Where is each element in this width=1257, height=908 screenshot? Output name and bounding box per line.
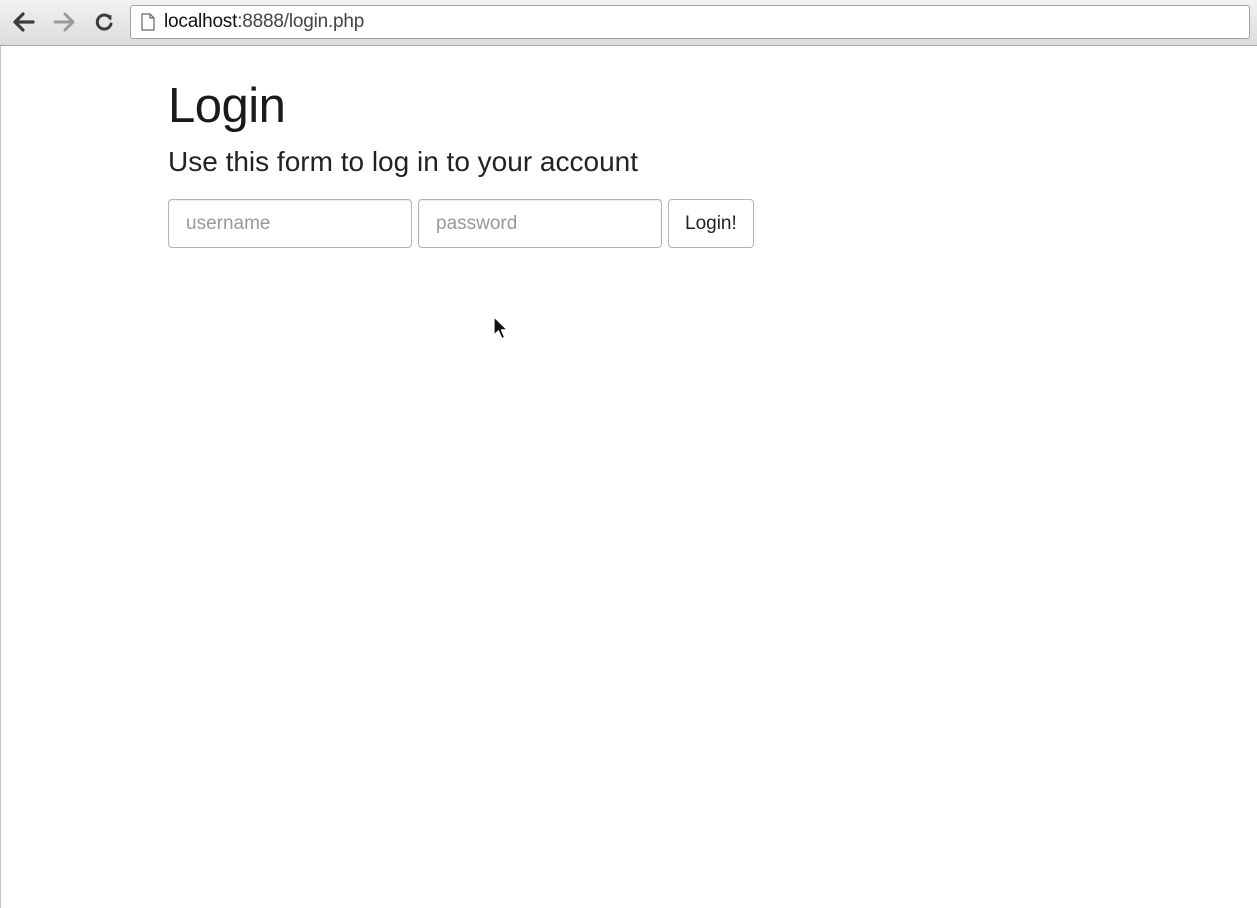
username-input[interactable] xyxy=(168,199,412,248)
page-icon xyxy=(141,13,155,31)
password-input[interactable] xyxy=(418,199,662,248)
forward-button[interactable] xyxy=(52,9,76,35)
page-subtitle: Use this form to log in to your account xyxy=(168,146,638,177)
page-title: Login xyxy=(168,79,286,133)
page-left-edge xyxy=(0,46,1,908)
address-bar[interactable]: localhost:8888/login.php xyxy=(130,5,1250,39)
back-button[interactable] xyxy=(12,9,36,35)
login-form: Login! xyxy=(168,199,1168,248)
url-path: :8888/login.php xyxy=(237,11,365,32)
login-button[interactable]: Login! xyxy=(668,199,754,248)
page-content: Login Use this form to log in to your ac… xyxy=(168,46,1168,248)
url-host: localhost xyxy=(164,11,238,32)
reload-button[interactable] xyxy=(92,9,116,35)
back-arrow-icon xyxy=(13,12,35,32)
reload-icon xyxy=(95,13,113,31)
mouse-cursor-icon xyxy=(493,316,508,340)
url-text: localhost:8888/login.php xyxy=(164,11,364,33)
forward-arrow-icon xyxy=(53,12,75,32)
browser-toolbar: localhost:8888/login.php xyxy=(0,0,1257,46)
